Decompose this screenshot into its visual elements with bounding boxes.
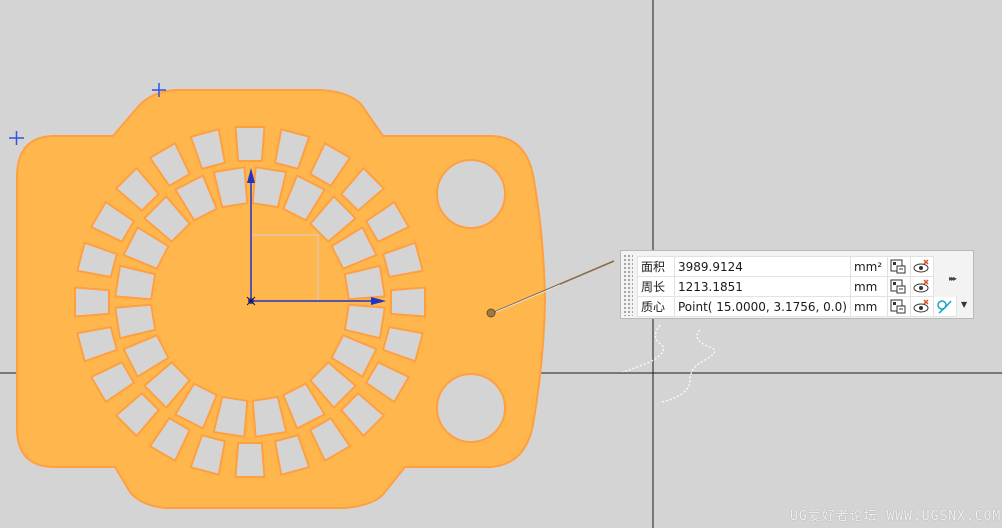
perimeter-export-button[interactable] <box>886 276 911 297</box>
create-point-icon[interactable] <box>936 299 953 314</box>
centroid-visibility-button[interactable] <box>909 296 934 317</box>
centroid-value[interactable]: Point( 15.0000, 3.1756, 0.0) <box>674 296 851 317</box>
export-icon[interactable] <box>890 259 907 274</box>
table-row: 质心 Point( 15.0000, 3.1756, 0.0) mm <box>637 296 957 317</box>
measure-table: 面积 3989.9124 mm² 周长 1213.1851 mm 质心 Poin… <box>637 256 957 317</box>
area-export-button[interactable] <box>886 256 911 277</box>
panel-drag-handle[interactable] <box>623 254 633 316</box>
visibility-icon[interactable] <box>913 259 930 274</box>
outer-slot[interactable] <box>234 442 266 478</box>
centroid-unit[interactable]: mm <box>849 296 888 317</box>
outer-slot[interactable] <box>234 126 266 162</box>
area-visibility-button[interactable] <box>909 256 934 277</box>
export-icon[interactable] <box>890 279 907 294</box>
hole-lower-right[interactable] <box>436 373 506 443</box>
centroid-label: 质心 <box>637 296 675 317</box>
measure-results-panel[interactable]: 面积 3989.9124 mm² 周长 1213.1851 mm 质心 Poin… <box>620 250 974 319</box>
centroid-export-button[interactable] <box>886 296 911 317</box>
forum-watermark: UG爱好者论坛 WWW.UGSNX.COM <box>790 509 1002 524</box>
visibility-icon[interactable] <box>913 299 930 314</box>
perimeter-unit[interactable]: mm <box>849 276 888 297</box>
perimeter-label: 周长 <box>637 276 675 297</box>
export-icon[interactable] <box>890 299 907 314</box>
ghost-outline <box>621 324 716 403</box>
panel-more-options[interactable]: ▸▸▸ <box>949 275 961 289</box>
area-label: 面积 <box>637 256 675 277</box>
table-row: 周长 1213.1851 mm <box>637 276 957 297</box>
outer-slot[interactable] <box>74 286 110 318</box>
table-row: 面积 3989.9124 mm² <box>637 256 957 277</box>
plus-marker-2 <box>9 131 24 145</box>
visibility-icon[interactable] <box>913 279 930 294</box>
area-value[interactable]: 3989.9124 <box>674 256 851 277</box>
hole-upper-right[interactable] <box>436 159 506 229</box>
perimeter-visibility-button[interactable] <box>909 276 934 297</box>
panel-dropdown-icon[interactable]: ▼ <box>961 300 967 309</box>
perimeter-value[interactable]: 1213.1851 <box>674 276 851 297</box>
outer-slot[interactable] <box>390 286 426 318</box>
centroid-create-point-button[interactable] <box>932 296 957 317</box>
centroid-point[interactable] <box>486 308 496 318</box>
area-unit[interactable]: mm² <box>849 256 888 277</box>
